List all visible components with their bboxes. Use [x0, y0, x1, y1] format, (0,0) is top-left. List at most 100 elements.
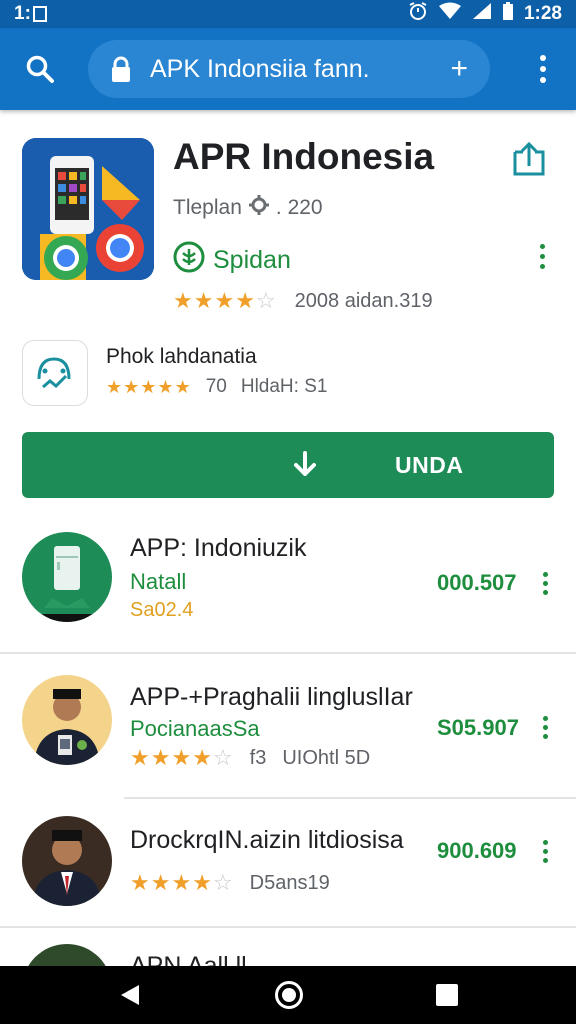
lock-icon	[110, 55, 132, 83]
promo-left-text: 70	[205, 376, 227, 397]
star-full-icon: ★	[173, 288, 194, 313]
alarm-icon	[408, 1, 428, 27]
list-item-left-text: f3	[249, 746, 267, 769]
gear-icon	[248, 194, 270, 222]
app-meta: Tleplan . 220	[173, 194, 323, 222]
developer-logo-icon	[173, 241, 205, 280]
url-bar[interactable]: APK Indonsiia fann. +	[88, 40, 490, 98]
list-item-more-button[interactable]	[540, 716, 550, 742]
list-avatar[interactable]	[22, 816, 112, 906]
url-text: APK Indonsiia fann.	[150, 54, 370, 83]
add-tab-button[interactable]: +	[450, 52, 468, 86]
recent-apps-icon[interactable]	[436, 984, 458, 1006]
app-bar: APK Indonsiia fann. +	[0, 28, 576, 110]
share-icon	[513, 141, 545, 176]
more-dot	[539, 254, 545, 259]
list-item-title[interactable]: DrockrqIN.aizin litdiosisa	[130, 826, 404, 855]
more-dot	[542, 734, 548, 739]
promo-right-text: HldaH: S1	[240, 376, 328, 397]
star-half-icon: ★	[174, 376, 192, 397]
rating-stars: ★★★★☆	[173, 288, 277, 314]
app-title: APR Indonesia	[173, 136, 435, 177]
developer-name: Spidan	[213, 246, 291, 274]
star-full-icon: ★	[123, 376, 141, 397]
navigation-bar	[0, 966, 576, 1024]
install-label: UNDA	[395, 452, 464, 478]
more-dot	[542, 840, 548, 845]
divider	[124, 797, 576, 799]
back-icon[interactable]	[119, 983, 141, 1007]
list-item-right-text: D5ans19	[249, 871, 330, 894]
promo-stars: ★★★★★	[106, 377, 192, 398]
star-empty-icon: ☆	[212, 870, 234, 895]
star-empty-icon: ☆	[212, 745, 234, 770]
signal-icon	[472, 2, 492, 26]
download-icon	[294, 451, 316, 476]
overflow-menu-button[interactable]	[528, 47, 558, 91]
home-icon[interactable]	[275, 981, 303, 1009]
list-avatar[interactable]	[22, 675, 112, 765]
app-icon	[22, 138, 154, 280]
star-full-icon: ★	[157, 376, 175, 397]
list-item-price: 900.609	[437, 838, 517, 863]
star-full-icon: ★	[214, 288, 236, 313]
status-time-left: 1:	[14, 3, 31, 24]
star-full-icon: ★	[235, 288, 256, 313]
app-downloads-value: 220	[287, 196, 323, 219]
divider	[0, 652, 576, 654]
promo-title[interactable]: Phok lahdanatia	[106, 345, 257, 369]
more-dot	[540, 55, 546, 61]
star-full-icon: ★	[150, 745, 172, 770]
app-category: Tleplan	[173, 196, 242, 219]
more-dot	[542, 849, 548, 854]
list-avatar[interactable]	[22, 532, 112, 622]
more-dot	[542, 858, 548, 863]
more-dot	[542, 725, 548, 730]
more-dot	[542, 590, 548, 595]
install-button[interactable]: UNDA	[22, 432, 554, 498]
star-full-icon: ★	[192, 870, 213, 895]
list-item-title[interactable]: APP-+Praghalii lingluslIar	[130, 683, 413, 712]
divider	[0, 926, 576, 928]
list-item-title[interactable]: APP: Indoniuzik	[130, 534, 307, 563]
share-button[interactable]	[511, 140, 547, 178]
star-full-icon: ★	[193, 288, 215, 313]
more-dot	[542, 716, 548, 721]
star-full-icon: ★	[140, 376, 158, 397]
star-half-icon: ★	[192, 745, 213, 770]
developer-more-button[interactable]	[536, 244, 548, 274]
more-dot	[542, 572, 548, 577]
list-item-rating: ★★★★☆ f3 UIOhtl 5D	[130, 745, 370, 771]
app-downloads-dot: .	[275, 196, 288, 219]
search-button[interactable]	[18, 47, 62, 91]
list-item-price: 000.507	[437, 570, 517, 595]
more-dot	[540, 66, 546, 72]
screen: 1: 1:28 APK Indonsiia fann. + APR Indone…	[0, 0, 576, 1024]
list-item-subtitle: PocianaasSa	[130, 716, 260, 741]
list-item-more-button[interactable]	[540, 572, 550, 598]
developer-link[interactable]: Spidan	[173, 241, 291, 280]
battery-small-icon	[32, 6, 47, 22]
list-item-subtitle2: Sa02.4	[130, 599, 193, 622]
star-full-icon: ★	[130, 870, 151, 895]
list-item-stars: ★★★★☆	[130, 745, 234, 771]
star-empty-icon: ☆	[255, 288, 277, 313]
star-full-icon: ★	[130, 745, 151, 770]
promo-app-icon[interactable]	[22, 340, 88, 406]
more-dot	[542, 581, 548, 586]
promo-rating: ★★★★★ 70 HldaH: S1	[106, 376, 327, 398]
status-time: 1:28	[523, 3, 562, 24]
app-rating: ★★★★☆ 2008 aidan.319	[173, 288, 433, 314]
wifi-icon	[438, 2, 462, 26]
list-item-subtitle: Natall	[130, 569, 187, 594]
more-dot	[539, 264, 545, 269]
more-dot	[539, 244, 545, 249]
battery-icon	[502, 1, 514, 27]
list-item-stars: ★★★★☆	[130, 870, 234, 896]
status-bar: 1: 1:28	[0, 0, 576, 28]
search-icon	[26, 55, 54, 83]
rating-text: 2008 aidan.319	[294, 289, 433, 312]
list-item-more-button[interactable]	[540, 840, 550, 866]
app-downloads: . 220	[276, 196, 323, 220]
list-item-price: S05.907	[437, 715, 519, 740]
